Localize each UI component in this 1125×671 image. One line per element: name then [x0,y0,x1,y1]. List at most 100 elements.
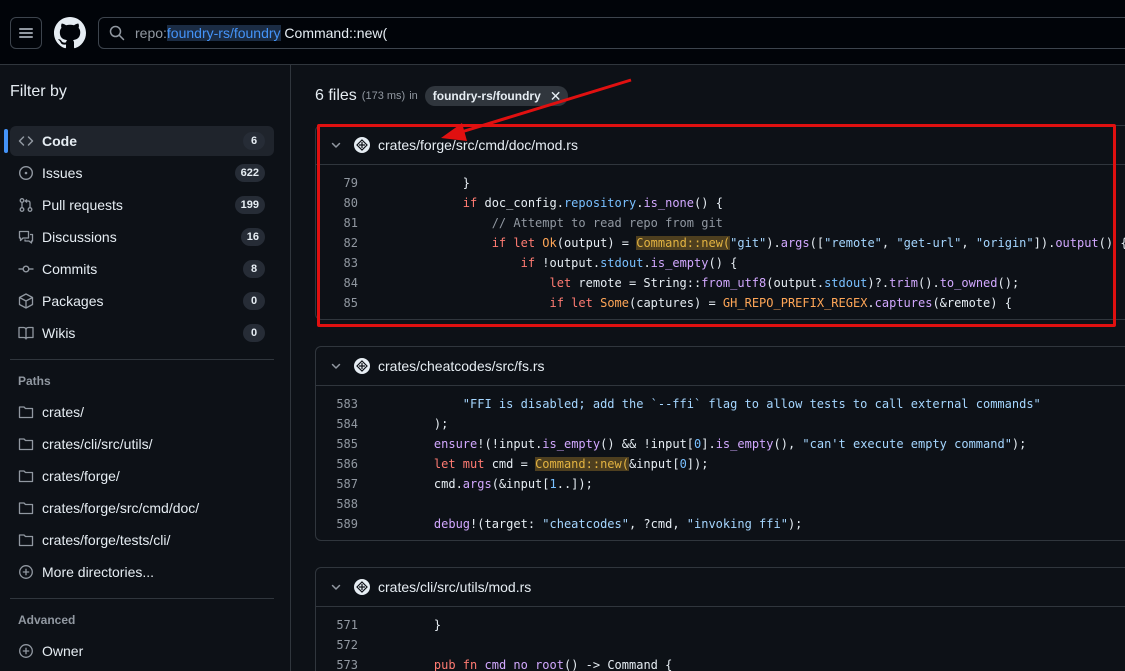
path-item[interactable]: crates/ [10,397,274,427]
repo-avatar [354,137,370,153]
nav-item-code[interactable]: Code 6 [4,126,274,156]
code-text: if let Some(captures) = GH_REPO_PREFIX_R… [549,296,1012,310]
path-label: crates/forge/src/cmd/doc/ [42,500,200,516]
search-input[interactable]: repo:foundry-rs/foundry Command::new( [98,17,1125,49]
code-line: 83 if !output.stdout.is_empty() { [316,253,1125,273]
plus-circle-icon [18,643,34,659]
nav-item-pull-requests[interactable]: Pull requests 199 [10,190,274,220]
path-label: crates/cli/src/utils/ [42,436,153,452]
line-number: 85 [343,296,358,310]
search-query: repo:foundry-rs/foundry Command::new( [135,25,387,41]
more-directories-button[interactable]: More directories... [10,557,274,587]
folder-icon [18,500,34,516]
nav-item-wikis[interactable]: Wikis 0 [10,318,274,348]
code-line: 572 [316,635,1125,655]
results-count: 6 files [315,87,357,104]
nav-label: Packages [42,293,104,309]
code-line: 573 pub fn cmd_no_root() -> Command { [316,655,1125,671]
nav-item-discussions[interactable]: Discussions 16 [10,222,274,252]
nav-item-packages[interactable]: Packages 0 [10,286,274,316]
folder-icon [18,468,34,484]
code-line: 585 ensure!(!input.is_empty() && !input[… [316,434,1125,454]
path-label: crates/ [42,404,85,420]
issue-icon [18,165,34,181]
paths-title: Paths [18,374,51,388]
line-number: 584 [336,417,358,431]
line-number: 586 [336,457,358,471]
code-text: debug!(target: "cheatcodes", ?cmd, "invo… [433,517,803,531]
nav-item-commits[interactable]: Commits 8 [10,254,274,284]
count-badge: 199 [234,196,265,214]
nav-item-issues[interactable]: Issues 622 [10,158,274,188]
folder-icon [18,436,34,452]
filter-title: Filter by [10,83,67,100]
result-card-header: crates/cheatcodes/src/fs.rs [316,347,1125,386]
code-text: ensure!(!input.is_empty() && !input[0].i… [433,437,1027,451]
chevron-down-icon[interactable] [330,581,342,593]
repo-avatar [354,358,370,374]
code-line: 81 // Attempt to read repo from git [316,213,1125,233]
code-line: 85 if let Some(captures) = GH_REPO_PREFI… [316,293,1125,313]
repo-filter-chip: foundry-rs/foundry ✕ [424,86,568,106]
code-snippet: 571 } 572 573 pub fn cmd_no_root() -> Co… [316,607,1125,671]
code-snippet: 79 } 80 if doc_config.repository.is_none… [316,165,1125,319]
search-icon [109,25,125,41]
search-text: Command::new( [280,25,388,41]
book-icon [18,325,34,341]
close-icon[interactable]: ✕ [550,88,562,105]
menu-button[interactable] [10,17,42,49]
line-number: 583 [336,397,358,411]
code-text: if doc_config.repository.is_none() { [462,196,723,210]
search-qualifier: repo: [135,25,167,41]
nav-label: Commits [42,261,98,277]
code-text: } [405,176,471,190]
commit-icon [18,261,34,277]
code-line: 584 ); [316,414,1125,434]
path-label: crates/forge/tests/cli/ [42,532,171,548]
line-number: 82 [343,236,358,250]
path-item[interactable]: crates/cli/src/utils/ [10,429,274,459]
line-number: 589 [336,517,358,531]
path-item[interactable]: crates/forge/tests/cli/ [10,525,274,555]
hamburger-icon [19,28,33,38]
plus-circle-icon [18,564,34,580]
line-number: 84 [343,276,358,290]
code-line: 80 if doc_config.repository.is_none() { [316,193,1125,213]
code-text: let remote = String::from_utf8(output.st… [549,276,1020,290]
path-item[interactable]: crates/forge/src/cmd/doc/ [10,493,274,523]
file-path-link[interactable]: crates/cli/src/utils/mod.rs [378,579,531,595]
folder-icon [18,404,34,420]
chevron-down-icon[interactable] [330,360,342,372]
count-badge: 8 [243,260,265,278]
folder-icon [18,532,34,548]
chevron-down-icon[interactable] [330,139,342,151]
discussion-icon [18,229,34,245]
code-line: 583 "FFI is disabled; add the `--ffi` fl… [316,394,1125,414]
filter-sidebar: Filter by Code 6 Issues 622 Pull request… [0,65,291,671]
github-logo-icon[interactable] [54,17,86,49]
line-number: 572 [336,638,358,652]
more-directories-label: More directories... [42,564,155,580]
code-text: "FFI is disabled; add the `--ffi` flag t… [462,397,1041,411]
code-line: 589 debug!(target: "cheatcodes", ?cmd, "… [316,514,1125,534]
file-path-link[interactable]: crates/cheatcodes/src/fs.rs [378,358,545,374]
code-line: 587 cmd.args(&input[1..]); [316,474,1125,494]
results-main: 6 files (173 ms) in foundry-rs/foundry ✕… [292,65,1125,671]
code-line: 571 } [316,615,1125,635]
code-icon [18,133,34,149]
owner-filter-button[interactable]: Owner [10,636,274,666]
repo-chip-label: foundry-rs/foundry [432,89,541,103]
search-repo: foundry-rs/foundry [166,25,281,41]
results-time: (173 ms) [361,90,406,102]
results-in: in [409,90,418,102]
nav-label: Discussions [42,229,117,245]
line-number: 81 [343,216,358,230]
package-icon [18,293,34,309]
result-card: crates/forge/src/cmd/doc/mod.rs 79 } 80 … [315,125,1125,320]
file-path-link[interactable]: crates/forge/src/cmd/doc/mod.rs [378,137,578,153]
code-text: pub fn cmd_no_root() -> Command { [433,658,673,671]
nav-label: Code [42,133,77,149]
line-number: 585 [336,437,358,451]
code-text: } [405,618,442,632]
path-item[interactable]: crates/forge/ [10,461,274,491]
